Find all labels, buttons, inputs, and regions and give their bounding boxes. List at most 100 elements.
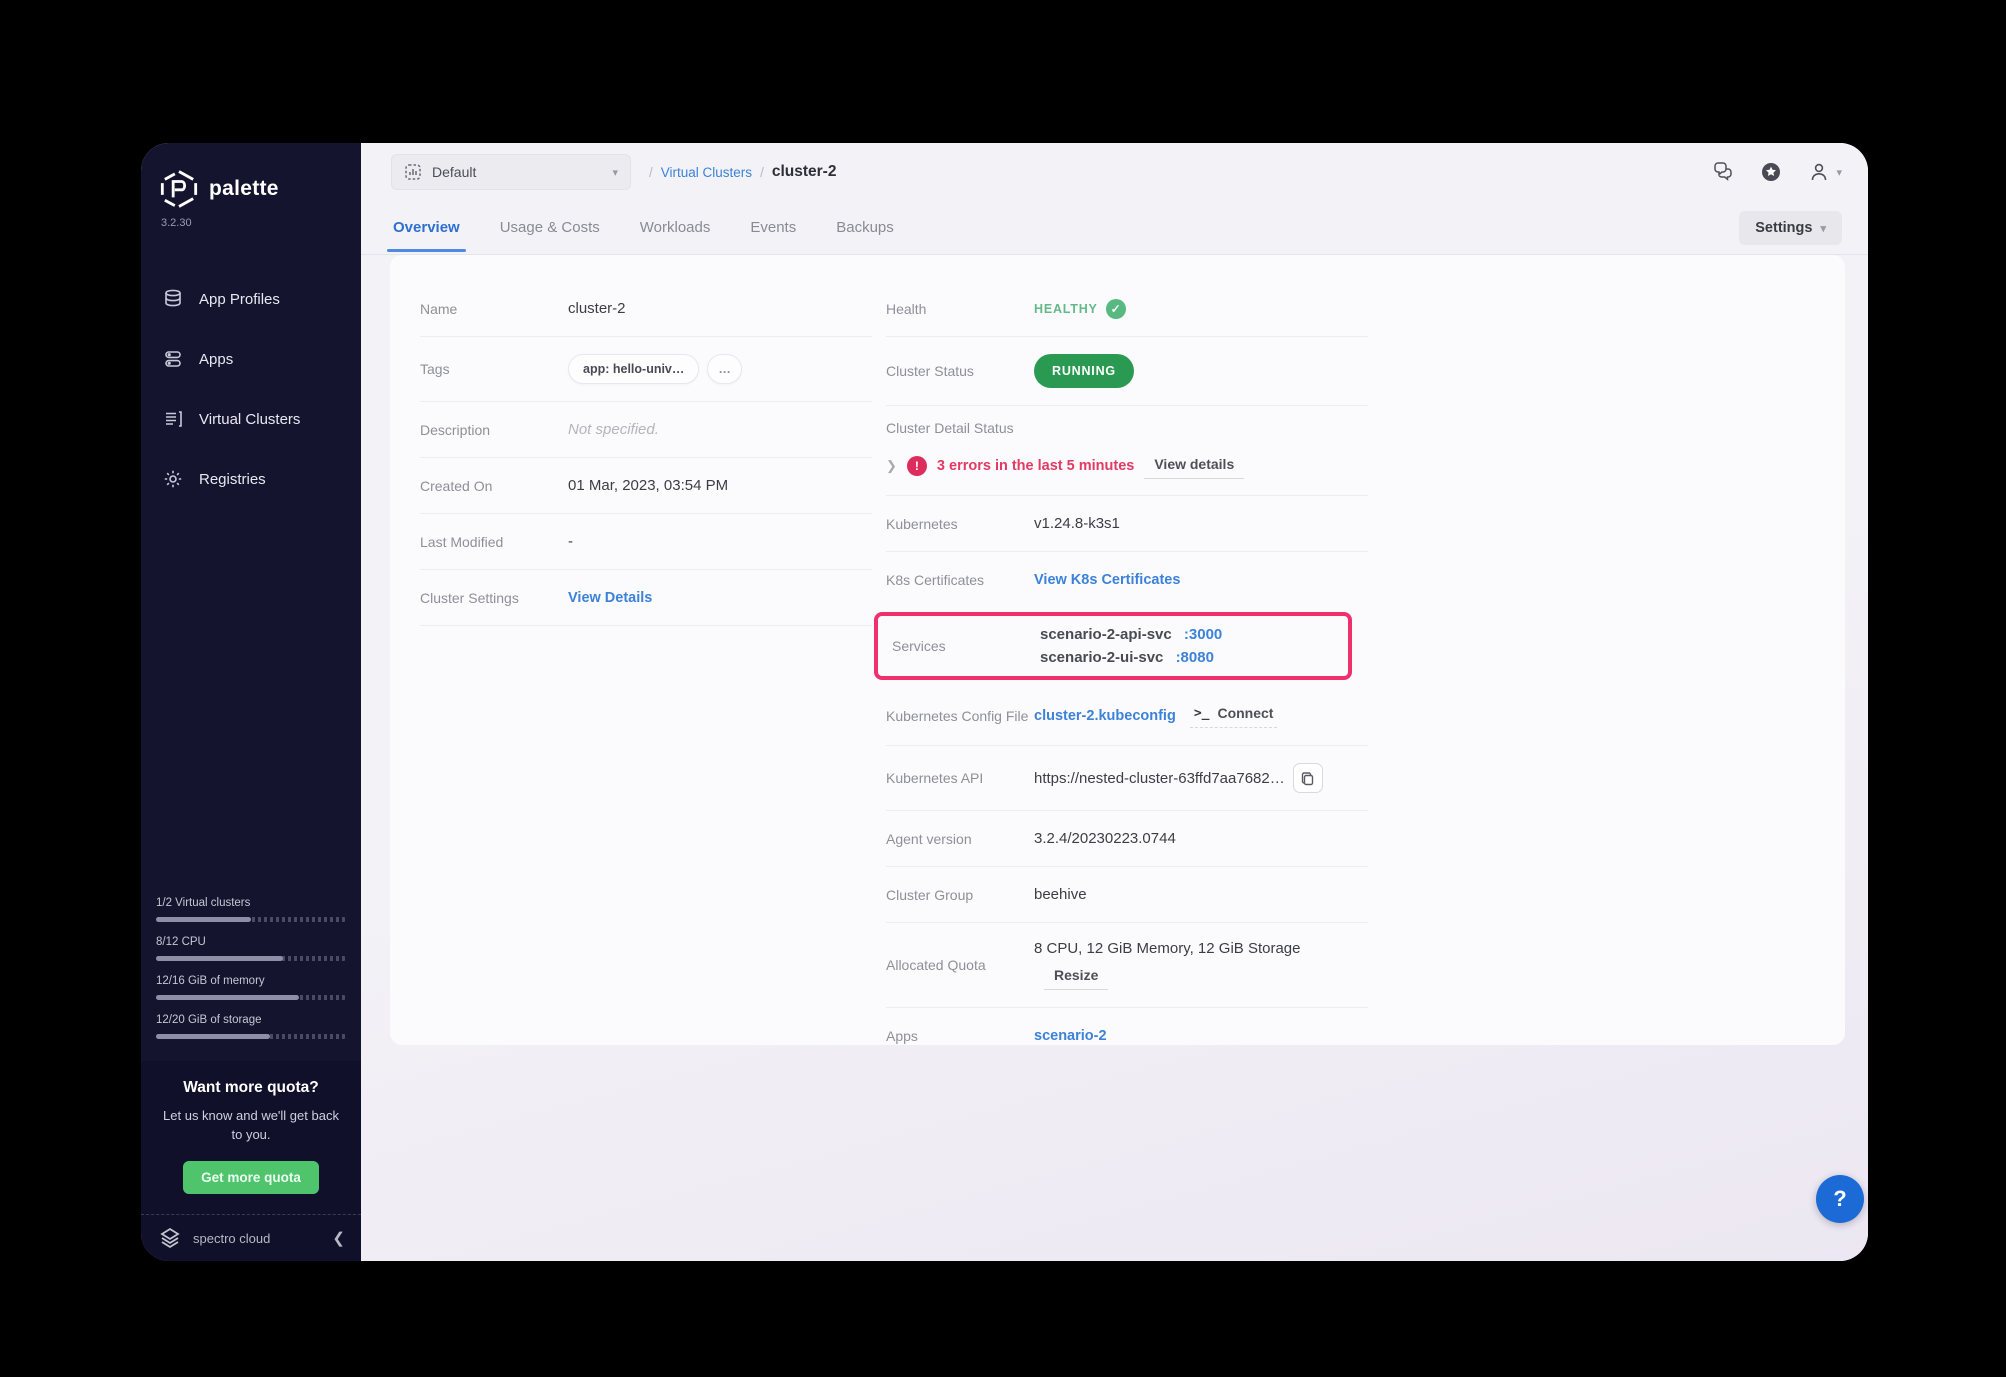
brand-name: palette <box>209 177 279 201</box>
settings-button[interactable]: Settings ▾ <box>1739 211 1842 245</box>
sidebar-collapse-icon[interactable]: ❮ <box>332 1229 345 1247</box>
apps-label: Apps <box>886 1028 1034 1044</box>
service-name: scenario-2-ui-svc <box>1040 649 1163 666</box>
tab-workloads[interactable]: Workloads <box>638 211 713 252</box>
kubernetes-version-value: v1.24.8-k3s1 <box>1034 515 1120 532</box>
tabs: Overview Usage & Costs Workloads Events … <box>391 211 896 252</box>
cluster-group-value: beehive <box>1034 886 1087 903</box>
allocated-quota-value: 8 CPU, 12 GiB Memory, 12 GiB Storage <box>1034 940 1301 957</box>
topbar-icons: ▾ <box>1712 161 1842 183</box>
k8s-certificates-label: K8s Certificates <box>886 572 1034 588</box>
description-label: Description <box>420 422 568 438</box>
agent-version-label: Agent version <box>886 831 1034 847</box>
description-value: Not specified. <box>568 421 659 438</box>
quota-label: 12/20 GiB of storage <box>156 1014 346 1026</box>
promo-title: Want more quota? <box>157 1079 345 1097</box>
quota-label: 12/16 GiB of memory <box>156 975 346 987</box>
health-label: Health <box>886 301 1034 317</box>
kubernetes-row: Kubernetes v1.24.8-k3s1 <box>886 496 1368 552</box>
overview-card: Name cluster-2 Tags app: hello-univ… … D… <box>390 255 1845 1045</box>
expand-chevron-icon[interactable]: ❯ <box>886 458 897 474</box>
kubeconfig-file-link[interactable]: cluster-2.kubeconfig <box>1034 708 1176 724</box>
running-status-badge: RUNNING <box>1034 354 1134 388</box>
quota-promo: Want more quota? Let us know and we'll g… <box>141 1061 361 1214</box>
help-button[interactable]: ? <box>1816 1175 1864 1223</box>
created-on-label: Created On <box>420 478 568 494</box>
details-left-column: Name cluster-2 Tags app: hello-univ… … D… <box>420 281 872 1019</box>
check-circle-icon: ✓ <box>1106 299 1126 319</box>
service-port-link[interactable]: :8080 <box>1176 649 1214 666</box>
copy-button[interactable] <box>1293 763 1323 793</box>
view-details-link[interactable]: View Details <box>568 590 652 606</box>
chevron-down-icon: ▾ <box>612 166 618 179</box>
breadcrumb-virtual-clusters[interactable]: Virtual Clusters <box>661 165 752 180</box>
apps-row: Apps scenario-2 <box>886 1008 1368 1064</box>
view-k8s-certificates-link[interactable]: View K8s Certificates <box>1034 572 1180 588</box>
brand: palette <box>141 143 361 215</box>
last-modified-value: - <box>568 533 573 550</box>
breadcrumb-current-cluster: cluster-2 <box>772 163 837 181</box>
allocated-quota-row: Allocated Quota 8 CPU, 12 GiB Memory, 12… <box>886 923 1368 1008</box>
sidebar-item-apps[interactable]: Apps <box>141 329 361 389</box>
name-value: cluster-2 <box>568 300 626 317</box>
sidebar-nav: App Profiles Apps <box>141 269 361 509</box>
sidebar-item-virtual-clusters[interactable]: Virtual Clusters <box>141 389 361 449</box>
project-selector[interactable]: Default ▾ <box>391 154 631 190</box>
apps-stack-icon <box>163 349 183 369</box>
services-label: Services <box>892 638 1040 654</box>
palette-logo-icon <box>159 169 199 209</box>
quota-memory: 12/16 GiB of memory <box>156 975 346 1000</box>
cluster-group-label: Cluster Group <box>886 887 1034 903</box>
more-tags-chip[interactable]: … <box>707 354 742 384</box>
description-row: Description Not specified. <box>420 402 872 458</box>
spectro-cloud-logo-icon <box>157 1225 183 1251</box>
last-modified-row: Last Modified - <box>420 514 872 570</box>
user-menu[interactable]: ▾ <box>1808 161 1842 183</box>
database-icon <box>163 289 183 309</box>
tag-chip[interactable]: app: hello-univ… <box>568 354 699 384</box>
connect-button-label: Connect <box>1217 705 1273 721</box>
service-port-link[interactable]: :3000 <box>1184 626 1222 643</box>
created-on-row: Created On 01 Mar, 2023, 03:54 PM <box>420 458 872 514</box>
kubernetes-label: Kubernetes <box>886 516 1034 532</box>
app-scenario-2-link[interactable]: scenario-2 <box>1034 1028 1107 1044</box>
view-details-button[interactable]: View details <box>1144 452 1244 479</box>
agent-version-value: 3.2.4/20230223.0744 <box>1034 830 1176 847</box>
sidebar-item-app-profiles[interactable]: App Profiles <box>141 269 361 329</box>
project-chart-icon <box>404 163 422 181</box>
kubeconfig-row: Kubernetes Config File cluster-2.kubecon… <box>886 686 1368 746</box>
quota-storage: 12/20 GiB of storage <box>156 1014 346 1039</box>
quota-progressbar <box>156 917 346 922</box>
last-modified-label: Last Modified <box>420 534 568 550</box>
tags-row: Tags app: hello-univ… … <box>420 337 872 402</box>
resize-button[interactable]: Resize <box>1044 963 1108 990</box>
k8s-certificates-row: K8s Certificates View K8s Certificates <box>886 552 1368 608</box>
sidebar-item-label: App Profiles <box>199 291 280 308</box>
kubernetes-api-label: Kubernetes API <box>886 770 1034 786</box>
get-more-quota-button[interactable]: Get more quota <box>183 1161 319 1194</box>
sidebar-item-label: Registries <box>199 471 266 488</box>
tab-overview[interactable]: Overview <box>391 211 462 252</box>
tab-events[interactable]: Events <box>748 211 798 252</box>
project-selector-label: Default <box>432 164 602 180</box>
promo-body: Let us know and we'll get back to you. <box>157 1107 345 1145</box>
cluster-status-label: Cluster Status <box>886 363 1034 379</box>
quota-progressbar <box>156 956 346 961</box>
connect-button[interactable]: >_ Connect <box>1190 703 1278 728</box>
quota-label: 8/12 CPU <box>156 936 346 948</box>
notifications-star-icon[interactable] <box>1760 161 1782 183</box>
copy-icon <box>1300 771 1315 786</box>
tab-backups[interactable]: Backups <box>834 211 896 252</box>
tags-label: Tags <box>420 361 568 377</box>
feedback-chat-icon[interactable] <box>1712 161 1734 183</box>
sidebar-item-registries[interactable]: Registries <box>141 449 361 509</box>
gear-icon <box>163 469 183 489</box>
topbar: Default ▾ / Virtual Clusters / cluster-2 <box>361 143 1868 201</box>
tab-usage-costs[interactable]: Usage & Costs <box>498 211 602 252</box>
user-icon <box>1808 161 1830 183</box>
main-area: Default ▾ / Virtual Clusters / cluster-2 <box>361 143 1868 1261</box>
services-highlight-box: Services scenario-2-api-svc :3000 scenar… <box>874 612 1352 680</box>
cluster-status-row: Cluster Status RUNNING <box>886 337 1368 406</box>
app-version: 3.2.30 <box>141 215 361 243</box>
breadcrumb-separator: / <box>760 165 764 180</box>
